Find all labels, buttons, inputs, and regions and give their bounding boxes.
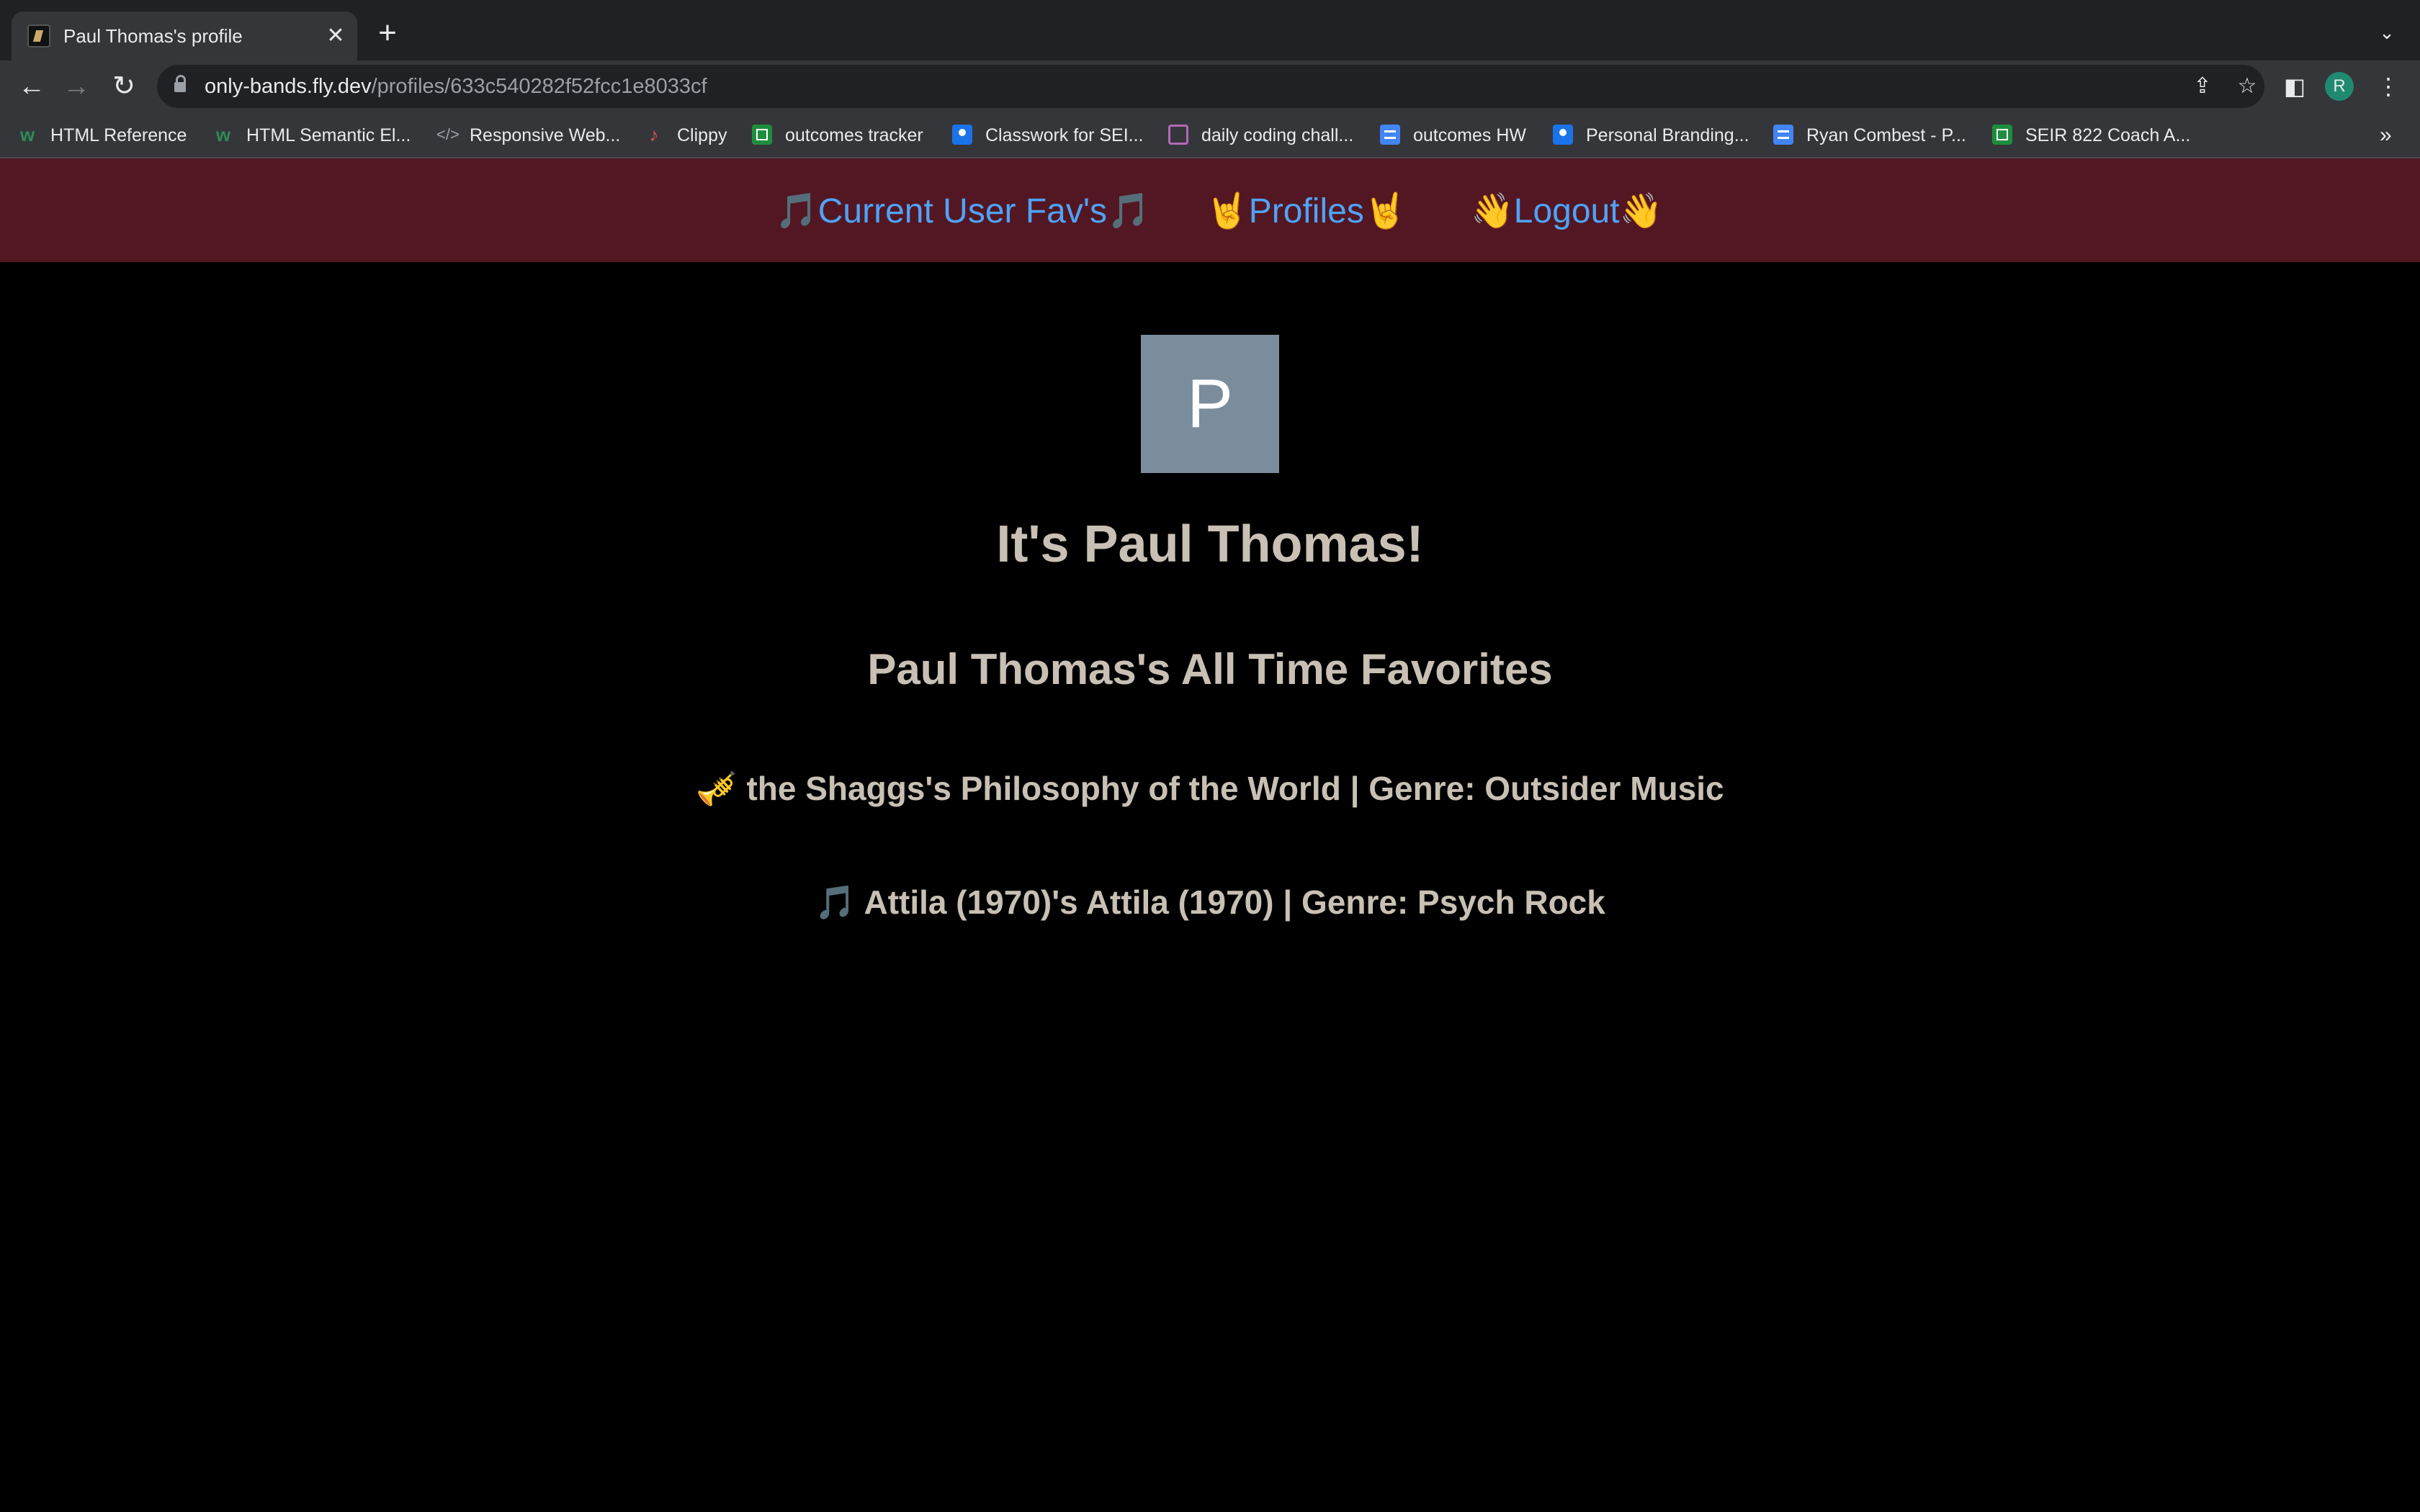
bookmark-item[interactable]: outcomes tracker (752, 122, 923, 148)
music-note-icon: ♪ (649, 124, 659, 146)
bookmark-item[interactable]: SEIR 822 Coach A... (1992, 122, 2190, 148)
tab-title: Paul Thomas's profile (63, 25, 243, 47)
forward-arrow-icon[interactable]: → (58, 68, 95, 105)
close-tab-icon[interactable]: ✕ (321, 22, 350, 50)
url-text[interactable]: only-bands.fly.dev/profiles/633c540282f5… (205, 75, 707, 98)
tab-search-chevron-icon[interactable]: ⌄ (2374, 22, 2400, 48)
favorites-heading: Paul Thomas's All Time Favorites (867, 645, 1553, 693)
bookmark-item[interactable]: ♪ Clippy (644, 122, 727, 148)
page-title: It's Paul Thomas! (996, 516, 1424, 573)
share-icon[interactable]: ⇪ (2190, 73, 2215, 99)
classroom-icon (952, 125, 972, 145)
docs-icon (1380, 125, 1400, 145)
star-circle-icon (1168, 125, 1188, 145)
w3schools-icon: w (19, 124, 35, 146)
code-icon: </> (436, 125, 460, 144)
bookmark-item[interactable]: Ryan Combest - P... (1773, 122, 1966, 148)
nav-link-current-user-favs[interactable]: 🎵Current User Fav's🎵 (775, 192, 1150, 232)
bookmarks-bar: w HTML Reference w HTML Semantic El... </>… (0, 112, 2420, 158)
nav-link-logout[interactable]: 👋Logout👋 (1471, 192, 1662, 232)
site-favicon-icon (27, 24, 50, 48)
url-path: /profiles/633c540282f52fcc1e8033cf (371, 75, 707, 98)
browser-tab-strip: Paul Thomas's profile ✕ + ⌄ (0, 0, 2420, 60)
favorite-item: 🎵 Attila (1970)'s Attila (1970) | Genre:… (815, 883, 1605, 921)
bookmark-item[interactable]: w HTML Semantic El... (213, 122, 411, 148)
back-arrow-icon[interactable]: ← (13, 68, 50, 105)
bookmark-item[interactable]: outcomes HW (1380, 122, 1526, 148)
reload-icon[interactable]: ↻ (105, 68, 143, 105)
nav-link-profiles[interactable]: 🤘Profiles🤘 (1206, 192, 1407, 232)
bookmark-item[interactable]: daily coding chall... (1168, 122, 1353, 148)
browser-toolbar: ← → ↻ only-bands.fly.dev/profiles/633c54… (0, 60, 2420, 112)
browser-tab[interactable]: Paul Thomas's profile ✕ (12, 12, 357, 60)
profile-avatar-icon[interactable]: R (2325, 72, 2354, 101)
profile-avatar: P (1141, 335, 1279, 473)
more-bookmarks-icon[interactable]: » (2380, 122, 2392, 148)
new-tab-icon[interactable]: + (372, 17, 403, 50)
bookmark-item[interactable]: </> Responsive Web... (436, 122, 620, 148)
lock-icon[interactable] (174, 75, 186, 92)
url-host: only-bands.fly.dev (205, 75, 372, 98)
favorite-item: 🎺 the Shaggs's Philosophy of the World |… (696, 770, 1724, 807)
bookmark-item[interactable]: Classwork for SEI... (952, 122, 1144, 148)
w3schools-icon: w (215, 124, 231, 146)
classroom-icon (1553, 125, 1573, 145)
site-nav: 🎵Current User Fav's🎵 🤘Profiles🤘 👋Logout👋 (0, 158, 2420, 262)
bookmark-star-icon[interactable]: ☆ (2234, 73, 2260, 99)
bookmark-item[interactable]: w HTML Reference (17, 122, 187, 148)
menu-kebab-icon[interactable]: ⋮ (2374, 72, 2403, 101)
address-bar[interactable]: only-bands.fly.dev/profiles/633c540282f5… (157, 65, 2264, 108)
sheets-icon (1992, 125, 2012, 145)
bookmark-item[interactable]: Personal Branding... (1553, 122, 1749, 148)
docs-icon (1773, 125, 1793, 145)
sheets-icon (752, 125, 772, 145)
side-panel-icon[interactable]: ◧ (2280, 72, 2309, 101)
